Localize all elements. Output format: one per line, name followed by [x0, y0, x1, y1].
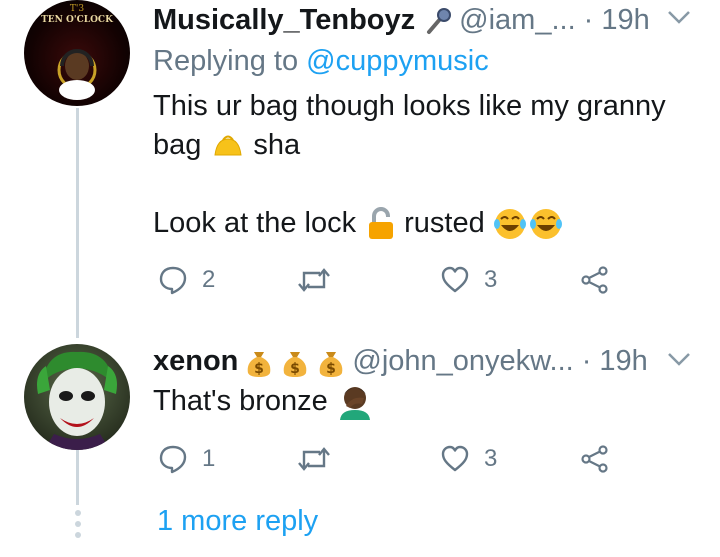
laughing-tears-icon	[493, 207, 565, 241]
share-icon	[581, 266, 608, 294]
tweet2-text: That's bronze	[153, 382, 372, 421]
svg-text:$: $	[327, 361, 337, 377]
tweet1-line2-b: sha	[253, 129, 301, 161]
avatar-musically-tenboyz[interactable]: T'3 TEN O'CLOCK	[24, 0, 130, 106]
like-count: 3	[484, 266, 498, 293]
microphone-icon	[423, 6, 453, 36]
replying-to-link[interactable]: @cuppymusic	[306, 45, 489, 77]
reply-count: 1	[202, 445, 216, 472]
more-dots	[73, 510, 82, 538]
money-bag-icon: $	[280, 346, 310, 378]
avatar-logo-text-top: T'3	[69, 4, 85, 14]
tweet-time[interactable]: · 19h	[582, 345, 648, 378]
avatar-logo-text: TEN O'CLOCK	[41, 15, 113, 25]
tweet1-line2: bag sha	[153, 126, 300, 165]
tweet2-header: xenon $ $ $ @john_onyekw... · 19h	[153, 345, 648, 378]
retweet-icon	[298, 268, 330, 292]
tweet2-text-label: That's bronze	[153, 385, 328, 417]
user-handle[interactable]: @iam_...	[459, 4, 575, 37]
heart-icon	[441, 445, 469, 472]
tweet1-line1: This ur bag though looks like my granny	[153, 90, 666, 122]
tweet1-line3-b: rusted	[404, 207, 485, 239]
money-bag-icon: $	[316, 346, 346, 378]
svg-text:$: $	[255, 361, 265, 377]
reply-count: 2	[202, 266, 216, 293]
avatar-image	[37, 351, 117, 450]
user-name[interactable]: xenon	[153, 345, 238, 378]
facepalm-icon	[338, 384, 372, 420]
reply-button[interactable]: 2	[158, 265, 215, 295]
share-icon	[581, 445, 608, 473]
thread-line-1	[76, 108, 79, 338]
replying-to-label: Replying to	[153, 45, 299, 77]
retweet-icon	[298, 447, 330, 471]
retweet-button[interactable]	[296, 444, 346, 474]
tweet1-line3: Look at the lock rusted	[153, 204, 565, 243]
reply-button[interactable]: 1	[158, 444, 215, 474]
replying-to: Replying to @cuppymusic	[153, 45, 489, 78]
heart-icon	[441, 266, 469, 293]
retweet-button[interactable]	[296, 265, 346, 295]
svg-text:$: $	[291, 361, 301, 377]
user-handle[interactable]: @john_onyekw...	[352, 345, 573, 378]
tweet1-line2-a: bag	[153, 129, 202, 161]
chevron-down-icon[interactable]	[666, 350, 692, 373]
user-name[interactable]: Musically_Tenboyz	[153, 4, 415, 37]
like-button[interactable]: 3	[440, 265, 497, 295]
share-button[interactable]	[580, 444, 610, 474]
purse-icon	[211, 131, 245, 161]
like-count: 3	[484, 445, 498, 472]
like-button[interactable]: 3	[440, 444, 497, 474]
reply-icon	[159, 266, 187, 295]
tweet1-line3-a: Look at the lock	[153, 207, 357, 239]
thread-line-2	[76, 450, 79, 505]
show-more-replies-link[interactable]: 1 more reply	[157, 505, 318, 538]
money-bag-icon: $	[244, 346, 274, 378]
tweet-time[interactable]: · 19h	[584, 4, 650, 37]
share-button[interactable]	[580, 265, 610, 295]
avatar-xenon[interactable]	[24, 344, 130, 450]
chevron-down-icon[interactable]	[666, 8, 692, 31]
unlocked-lock-icon	[366, 206, 396, 241]
tweet1-header: Musically_Tenboyz @iam_... · 19h	[153, 4, 650, 37]
reply-icon	[159, 445, 187, 474]
